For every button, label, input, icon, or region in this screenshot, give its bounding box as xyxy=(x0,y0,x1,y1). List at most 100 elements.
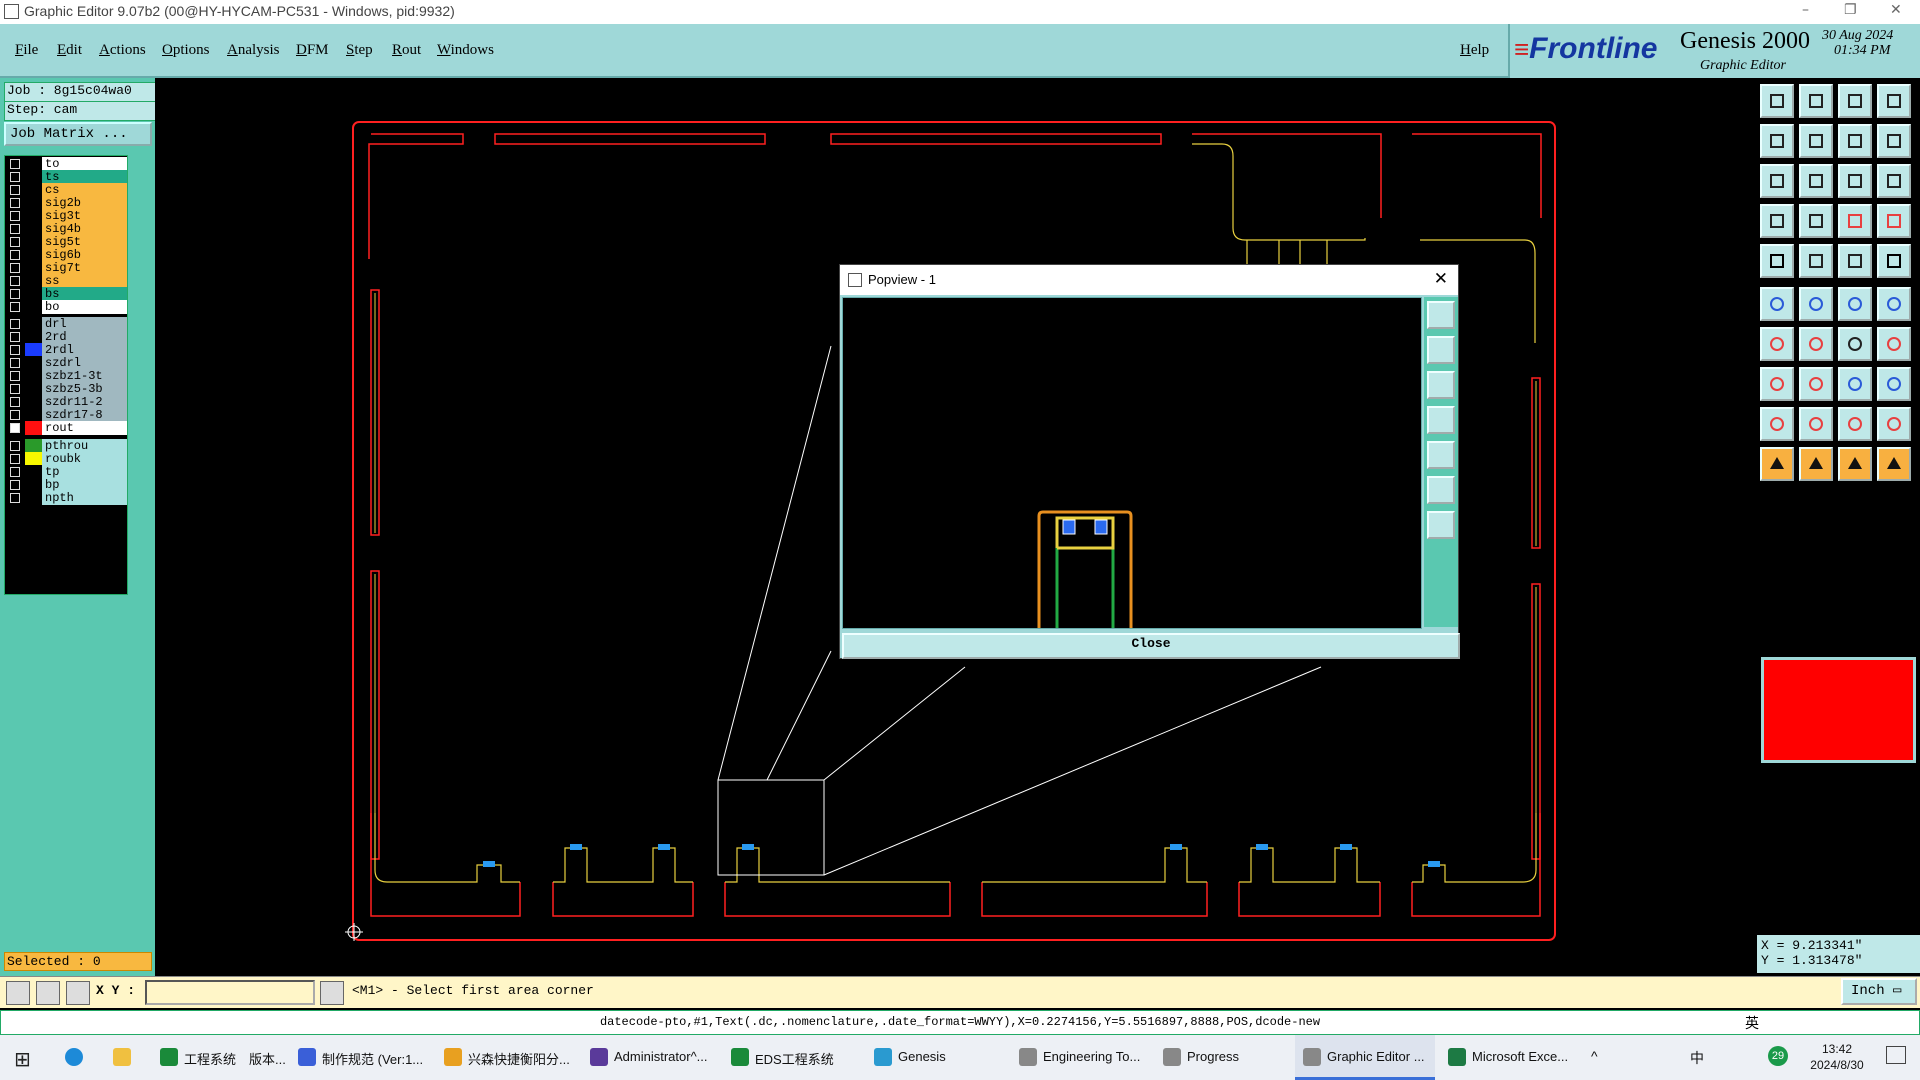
layer-checkbox[interactable] xyxy=(10,454,20,464)
triangle-a-button[interactable] xyxy=(1760,407,1794,441)
menu-actions[interactable]: Actions xyxy=(99,42,146,59)
layer-checkbox[interactable] xyxy=(10,276,20,286)
layer-checkbox[interactable] xyxy=(10,159,20,169)
pan-up-down-button[interactable] xyxy=(1838,124,1872,158)
draw-angle-button[interactable] xyxy=(1760,327,1794,361)
layer-row-rout[interactable]: rout xyxy=(5,420,129,436)
edge-taskbar-icon[interactable] xyxy=(52,1035,96,1080)
layer-checkbox[interactable] xyxy=(10,371,20,381)
drag-tool-button[interactable] xyxy=(1799,244,1833,278)
popview-close-icon[interactable]: ✕ xyxy=(1434,269,1448,289)
popview-fit-button[interactable] xyxy=(1427,476,1455,504)
pad-circle-button[interactable] xyxy=(1877,244,1911,278)
layer-tool-b-button[interactable] xyxy=(1877,204,1911,238)
layer-checkbox[interactable] xyxy=(10,237,20,247)
select-move-button[interactable] xyxy=(1799,447,1833,481)
view-house-button[interactable] xyxy=(1838,84,1872,118)
layer-checkbox[interactable] xyxy=(10,224,20,234)
draw-line-button[interactable] xyxy=(1799,327,1833,361)
job-matrix-button[interactable]: Job Matrix ... xyxy=(4,122,152,146)
triangle-d-button[interactable] xyxy=(1877,407,1911,441)
layer-checkbox[interactable] xyxy=(10,332,20,342)
notification-badge[interactable]: 29 xyxy=(1768,1046,1788,1066)
connect-nodes-button[interactable] xyxy=(1760,287,1794,321)
flip-tool-button[interactable] xyxy=(1877,327,1911,361)
dimension-button[interactable] xyxy=(1838,367,1872,401)
layer-checkbox[interactable] xyxy=(10,358,20,368)
grid-toggle-button[interactable] xyxy=(1799,204,1833,238)
fit-all-button[interactable] xyxy=(1760,164,1794,198)
restore-icon[interactable]: ❐ xyxy=(1844,2,1857,18)
copy-shape-button[interactable] xyxy=(1877,367,1911,401)
menu-options[interactable]: Options xyxy=(162,42,210,59)
ime-indicator[interactable]: 中 xyxy=(1690,1048,1704,1068)
select-arrow-button[interactable] xyxy=(1760,447,1794,481)
system-clock[interactable]: 13:42 2024/8/30 xyxy=(1792,1041,1882,1073)
popview-zoom-home-button[interactable] xyxy=(1427,301,1455,329)
popview-pan-right-button[interactable] xyxy=(1427,441,1455,469)
notifications-icon[interactable] xyxy=(1886,1046,1906,1064)
snap-point-button[interactable] xyxy=(1838,287,1872,321)
view-zoom-in-button[interactable] xyxy=(1799,84,1833,118)
taskbar-item[interactable]: Graphic Editor ... xyxy=(1295,1035,1435,1080)
popview-pan-left-button[interactable] xyxy=(1427,406,1455,434)
menu-file[interactable]: File xyxy=(15,42,38,59)
layer-checkbox[interactable] xyxy=(10,467,20,477)
taskbar-item[interactable]: 工程系统 版本... xyxy=(152,1035,286,1080)
select-path-button[interactable] xyxy=(1877,447,1911,481)
pan-lines-button[interactable] xyxy=(1877,124,1911,158)
close-window-icon[interactable]: ✕ xyxy=(1890,2,1902,18)
layer-checkbox[interactable] xyxy=(10,345,20,355)
scale-1-2-button[interactable] xyxy=(1838,164,1872,198)
camera-button[interactable] xyxy=(1760,244,1794,278)
layer-checkbox[interactable] xyxy=(10,302,20,312)
layer-checkbox[interactable] xyxy=(10,250,20,260)
select-rotate-button[interactable] xyxy=(1838,447,1872,481)
menu-step[interactable]: Step xyxy=(346,42,373,59)
layer-checkbox[interactable] xyxy=(10,172,20,182)
layer-checkbox[interactable] xyxy=(10,384,20,394)
menu-windows[interactable]: Windows xyxy=(437,42,494,59)
add-pad-button[interactable] xyxy=(1760,367,1794,401)
help-query-button[interactable] xyxy=(1877,164,1911,198)
menu-help[interactable]: Help xyxy=(1460,42,1489,59)
arc-tool-button[interactable] xyxy=(1838,327,1872,361)
popview-canvas[interactable] xyxy=(842,297,1422,629)
cmd-grid-button[interactable] xyxy=(66,981,90,1005)
add-line-button[interactable] xyxy=(1799,367,1833,401)
pan-left-button[interactable] xyxy=(1760,124,1794,158)
cmd-tool-2-button[interactable] xyxy=(36,981,60,1005)
taskbar-item[interactable]: Progress xyxy=(1155,1035,1290,1080)
start-button[interactable]: ⊞ xyxy=(0,1035,44,1080)
cmd-tool-1-button[interactable] xyxy=(6,981,30,1005)
layer-checkbox[interactable] xyxy=(10,198,20,208)
layer-checkbox[interactable] xyxy=(10,211,20,221)
current-color-swatch[interactable] xyxy=(1761,657,1916,763)
menu-edit[interactable]: Edit xyxy=(57,42,82,59)
ime-lang-indicator[interactable]: 英 xyxy=(1745,1013,1759,1033)
taskbar-item[interactable]: 兴森快捷衡阳分... xyxy=(436,1035,576,1080)
tray-chevron-icon[interactable]: ^ xyxy=(1591,1048,1598,1064)
taskbar-item[interactable]: Administrator^... xyxy=(582,1035,717,1080)
measure-ruler-button[interactable] xyxy=(1838,244,1872,278)
taskbar-item[interactable]: Genesis xyxy=(866,1035,1006,1080)
popview-center-button[interactable] xyxy=(1427,511,1455,539)
menu-dfm[interactable]: DFM xyxy=(296,42,329,59)
layer-row-npth[interactable]: npth xyxy=(5,490,129,506)
layer-checkbox[interactable] xyxy=(10,410,20,420)
menu-analysis[interactable]: Analysis xyxy=(227,42,280,59)
grid-snap-button[interactable] xyxy=(1760,204,1794,238)
triangle-b-button[interactable] xyxy=(1799,407,1833,441)
taskbar-item[interactable]: 制作规范 (Ver:1... xyxy=(290,1035,430,1080)
xy-input[interactable] xyxy=(145,980,315,1005)
layer-tool-a-button[interactable] xyxy=(1838,204,1872,238)
layer-checkbox[interactable] xyxy=(10,423,20,433)
explorer-taskbar-icon[interactable] xyxy=(100,1035,144,1080)
taskbar-item[interactable]: EDS工程系统 xyxy=(723,1035,858,1080)
view-split-button[interactable] xyxy=(1877,84,1911,118)
menu-rout[interactable]: Rout xyxy=(392,42,421,59)
popview-zoom-out-button[interactable] xyxy=(1427,371,1455,399)
taskbar-item[interactable]: Microsoft Exce... xyxy=(1440,1035,1585,1080)
popview-zoom-in-button[interactable] xyxy=(1427,336,1455,364)
layer-checkbox[interactable] xyxy=(10,319,20,329)
